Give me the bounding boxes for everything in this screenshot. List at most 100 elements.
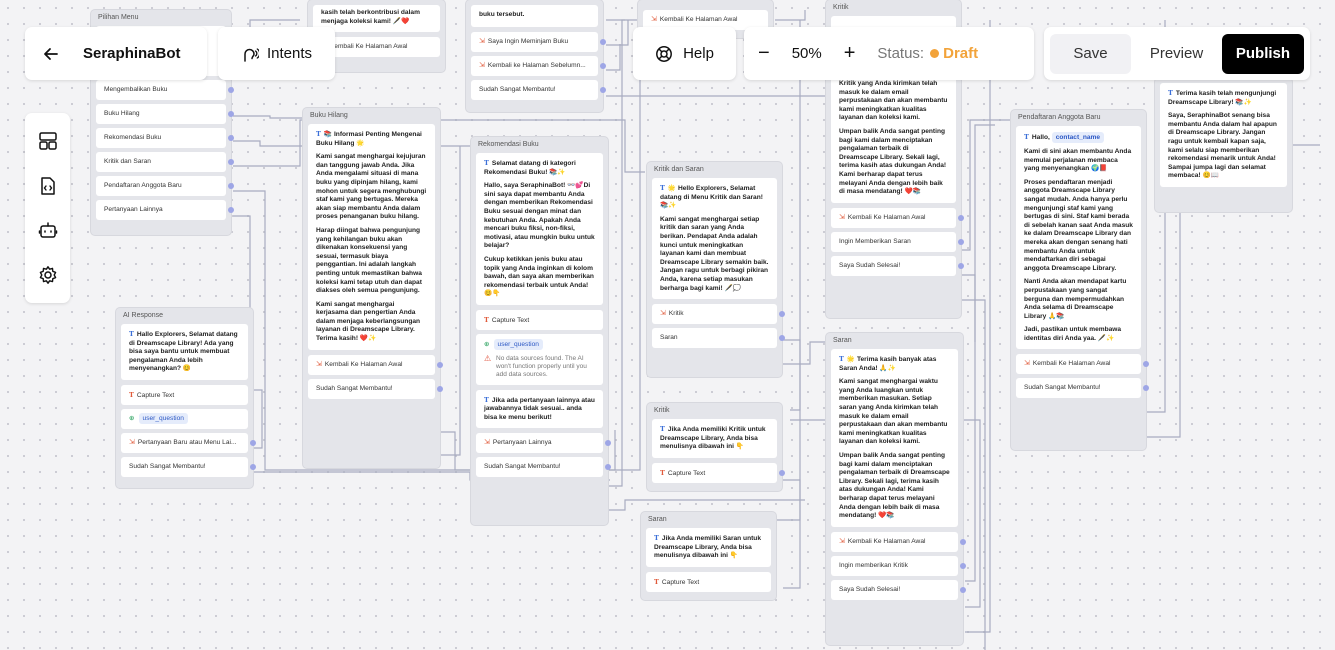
menu-option-buku-hilang[interactable]: Buku Hilang <box>96 104 234 124</box>
output-handle[interactable] <box>437 361 443 368</box>
output-handle[interactable] <box>779 311 785 318</box>
output-handle[interactable] <box>228 111 234 117</box>
option-selesai[interactable]: Saya Sudah Selesai! <box>831 255 964 276</box>
output-handle[interactable] <box>960 538 966 545</box>
output-handle[interactable] <box>605 440 611 447</box>
capture-text-block[interactable]: T Capture Text <box>646 571 771 592</box>
option-label: Sudah Sangat Membantu! <box>1024 384 1101 392</box>
option-sudah-membantu[interactable]: Sudah Sangat Membantu! <box>476 457 611 478</box>
intents-button[interactable]: Intents <box>218 27 335 80</box>
option-label: Kembali ke Halaman Sebelumn... <box>487 62 586 69</box>
capture-text-block[interactable]: T Capture Text <box>652 462 785 483</box>
option-saran[interactable]: Saran <box>652 328 785 349</box>
output-handle[interactable] <box>250 463 256 470</box>
text-content: Jika ada pertanyaan lainnya atau jawaban… <box>484 396 595 421</box>
zoom-status-bar: − 50% + Status: Draft <box>744 27 1034 80</box>
menu-option-mengembalikan[interactable]: Mengembalikan Buku <box>96 80 234 100</box>
menu-option-kritik-saran[interactable]: Kritik dan Saran <box>96 152 234 172</box>
output-handle[interactable] <box>605 464 611 471</box>
node-kritik[interactable]: Kritik T Jika Anda memiliki Kritik untuk … <box>647 403 785 491</box>
option-pertanyaan-lainnya[interactable]: ⇲ Pertanyaan Lainnya <box>476 433 611 454</box>
output-handle[interactable] <box>960 562 966 569</box>
arrow-left-icon[interactable] <box>41 44 61 64</box>
preview-button[interactable]: Preview <box>1131 34 1222 74</box>
text-block: T 🌟 Hello Explorers, Selamat datang di Me… <box>652 178 777 300</box>
output-handle[interactable] <box>228 135 234 141</box>
option-pertanyaan-baru[interactable]: ⇲ Pertanyaan Baru atau Menu Lai... <box>121 432 256 453</box>
node-saran-input[interactable]: Saran T Jika Anda memiliki Saran untuk Dr… <box>641 512 776 600</box>
option-kembali[interactable]: ⇲Kembali Ke Halaman Awal <box>831 207 964 228</box>
publish-button[interactable]: Publish <box>1221 33 1304 74</box>
menu-option-pertanyaan[interactable]: Pertanyaan Lainnya <box>96 200 234 220</box>
output-handle[interactable] <box>600 87 606 93</box>
option-selesai[interactable]: Saya Sudah Selesai! <box>831 579 966 600</box>
option-ingin-saran[interactable]: Ingin Memberikan Saran <box>831 231 964 252</box>
node-title: Kritik <box>654 407 670 414</box>
paragraph: Kami sangat menghargai kerjasama dan pen… <box>316 300 421 343</box>
option-kembali-sebelumnya[interactable]: ⇲ Kembali ke Halaman Sebelumn... <box>471 56 606 76</box>
option-kembali[interactable]: ⇲Kembali Ke Halaman Awal <box>831 531 966 552</box>
gear-icon[interactable] <box>37 264 59 286</box>
variable-chip: user_question <box>493 338 543 350</box>
output-handle[interactable] <box>228 87 234 93</box>
node-rekomendasi-buku[interactable]: Rekomendasi Buku T Selamat datang di kate… <box>471 137 611 525</box>
capture-text-block[interactable]: T Capture Text <box>476 309 603 330</box>
variable-block[interactable]: ⊕ user_question <box>121 408 248 429</box>
node-terima-kasih[interactable]: T Terima kasih telah mengunjungi Dreamsca… <box>1155 78 1292 212</box>
output-handle[interactable] <box>779 469 785 476</box>
text-block: buku tersebut. <box>471 5 598 27</box>
text-lead: 📚 Informasi Penting Mengenai Buku Hilang… <box>316 131 422 147</box>
help-button[interactable]: Help <box>633 27 736 80</box>
text-lead: 🌟 Hello Explorers, Selamat datang di Men… <box>660 185 763 210</box>
output-handle[interactable] <box>958 262 964 269</box>
layout-icon[interactable] <box>37 130 59 152</box>
node-top-b[interactable]: buku tersebut. ⇲ Saya Ingin Meminjam Buku… <box>466 0 606 112</box>
option-sudah-membantu[interactable]: Sudah Sangat Membantu! <box>121 456 256 477</box>
output-handle[interactable] <box>779 335 785 342</box>
output-handle[interactable] <box>958 238 964 245</box>
output-handle[interactable] <box>228 159 234 165</box>
option-kembali[interactable]: ⇲Kembali Ke Halaman Awal <box>308 354 443 375</box>
output-handle[interactable] <box>960 586 966 593</box>
output-handle[interactable] <box>958 214 964 221</box>
option-sudah-membantu[interactable]: Sudah Sangat Membantu! <box>471 80 606 100</box>
node-ai-response[interactable]: AI Response T Hallo Explorers, Selamat da… <box>116 308 256 488</box>
menu-option-rekomendasi[interactable]: Rekomendasi Buku <box>96 128 234 148</box>
output-handle[interactable] <box>600 39 606 45</box>
output-handle[interactable] <box>228 207 234 213</box>
bot-icon[interactable] <box>37 219 59 241</box>
zoom-in-button[interactable]: + <box>844 42 856 65</box>
node-pendaftaran[interactable]: Pendaftaran Anggota Baru T Hallo, contact… <box>1011 110 1149 450</box>
output-handle[interactable] <box>1143 385 1149 392</box>
option-sudah-membantu[interactable]: Sudah Sangat Membantu! <box>308 378 443 399</box>
output-handle[interactable] <box>437 385 443 392</box>
option-label: Sudah Sangat Membantu! <box>129 462 206 470</box>
output-handle[interactable] <box>1143 361 1149 368</box>
capture-icon: T <box>654 577 659 586</box>
output-handle[interactable] <box>600 63 606 69</box>
text-type-icon: T <box>1024 133 1029 141</box>
capture-text-block[interactable]: T Capture Text <box>121 384 248 405</box>
paragraph: Kami sangat menghargai kejujuran dan tan… <box>316 153 427 221</box>
node-title: Saran <box>648 516 667 523</box>
node-saran[interactable]: Saran T 🌟 Terima kasih banyak atas Saran … <box>826 333 966 645</box>
bot-name[interactable]: SeraphinaBot <box>83 45 181 62</box>
option-ingin-kritik[interactable]: Ingin memberikan Kritik <box>831 555 966 576</box>
file-code-icon[interactable] <box>37 175 59 197</box>
node-buku-hilang[interactable]: Buku Hilang T 📚 Informasi Penting Mengena… <box>303 108 443 468</box>
save-button[interactable]: Save <box>1050 33 1132 74</box>
option-sudah-membantu[interactable]: Sudah Sangat Membantu! <box>1016 378 1149 399</box>
menu-option-pendaftaran[interactable]: Pendaftaran Anggota Baru <box>96 176 234 196</box>
ai-variable-block[interactable]: ⊕ user_question ⚠ No data sources found. T… <box>476 333 603 385</box>
option-kritik[interactable]: ⇲ Kritik <box>652 304 785 325</box>
flow-canvas[interactable]: Pilihan Menu Mengembalikan Buku Buku Hil… <box>0 0 1335 650</box>
option-pinjam[interactable]: ⇲ Saya Ingin Meminjam Buku <box>471 32 606 52</box>
redirect-icon: ⇲ <box>839 537 845 545</box>
hello-text: Hallo, <box>1031 134 1050 141</box>
node-kritik-saran[interactable]: Kritik dan Saran T 🌟 Hello Explorers, Sel… <box>647 162 785 377</box>
zoom-out-button[interactable]: − <box>758 42 770 65</box>
output-handle[interactable] <box>228 183 234 189</box>
paragraph: Kami di sini akan membantu Anda memulai … <box>1024 148 1132 173</box>
option-kembali[interactable]: ⇲Kembali Ke Halaman Awal <box>1016 354 1149 375</box>
output-handle[interactable] <box>250 439 256 446</box>
